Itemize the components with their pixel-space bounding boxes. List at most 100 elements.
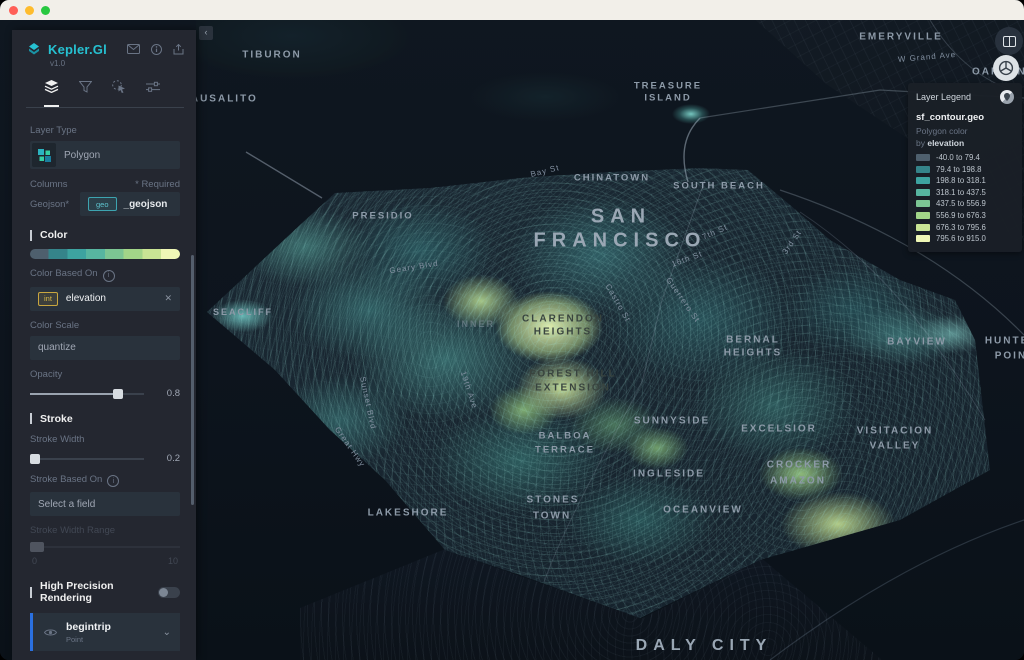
- map-label: BAYVIEW: [887, 337, 947, 348]
- split-map-icon: [1003, 36, 1016, 47]
- stroke-width-slider[interactable]: [30, 453, 144, 465]
- clear-field-icon[interactable]: ✕: [164, 293, 172, 304]
- color-scale-select[interactable]: quantize: [30, 336, 180, 360]
- map-label: VALLEY: [870, 441, 921, 452]
- export-icon[interactable]: [173, 44, 184, 55]
- legend-pin-button[interactable]: [1000, 90, 1014, 104]
- stroke-width-range-label: Stroke Width Range: [30, 525, 180, 536]
- sidebar-scrollbar[interactable]: [191, 255, 194, 505]
- chevron-down-icon[interactable]: ⌄: [163, 627, 171, 638]
- color-field-select[interactable]: int elevation ✕: [30, 287, 180, 311]
- map-label: SEACLIFF: [213, 307, 273, 317]
- messages-icon[interactable]: [127, 44, 140, 54]
- close-window-button[interactable]: [9, 6, 18, 15]
- opacity-value: 0.8: [154, 388, 180, 399]
- opacity-slider-handle[interactable]: [113, 389, 123, 399]
- geojson-field-select[interactable]: geo _geojson: [80, 192, 180, 216]
- legend-item: 198.8 to 318.1: [916, 176, 1014, 185]
- app-title: Kepler.Gl: [48, 42, 107, 57]
- info-icon[interactable]: i: [107, 475, 119, 487]
- color-section-header[interactable]: Color: [30, 229, 180, 241]
- geojson-label: Geojson*: [30, 199, 74, 210]
- legend-swatch: [916, 166, 930, 173]
- tab-filters[interactable]: [79, 80, 92, 107]
- map-label: SAN: [591, 206, 651, 229]
- legend-range: 318.1 to 437.5: [936, 188, 986, 197]
- legend-item: 676.3 to 795.6: [916, 223, 1014, 232]
- map-label: HEIGHTS: [724, 348, 782, 359]
- map-label: ISLAND: [644, 93, 691, 104]
- legend-item: 437.5 to 556.9: [916, 199, 1014, 208]
- map-label: SOUTH BEACH: [673, 181, 765, 192]
- legend-swatch: [916, 154, 930, 161]
- map-label: STONES: [527, 495, 580, 506]
- split-map-button[interactable]: [995, 27, 1023, 55]
- kepler-logo-icon: [26, 43, 42, 57]
- legend-item: 556.9 to 676.3: [916, 211, 1014, 220]
- layer-item-begintrip[interactable]: begintripPoint⌄: [30, 613, 180, 651]
- sidebar-collapse-button[interactable]: ‹: [199, 26, 213, 40]
- window-titlebar: [0, 0, 1024, 20]
- legend-range: 795.6 to 915.0: [936, 234, 986, 243]
- section-accent: [30, 230, 32, 241]
- legend-swatch: [916, 224, 930, 231]
- tab-layers[interactable]: [44, 80, 59, 107]
- color-scale-label: Color Scale: [30, 320, 180, 331]
- legend-items: -40.0 to 79.4 79.4 to 198.8 198.8 to 318.1…: [916, 153, 1014, 243]
- high-precision-label: High Precision Rendering: [40, 580, 150, 604]
- map-label: AMAZON: [770, 476, 826, 487]
- legend-layer-name: sf_contour.geo: [916, 112, 1014, 123]
- legend-item: 318.1 to 437.5: [916, 188, 1014, 197]
- legend-range: 79.4 to 198.8: [936, 165, 982, 174]
- layer-type-label: Layer Type: [30, 125, 180, 136]
- map-pin-icon: [1003, 93, 1011, 101]
- toggle-3d-button[interactable]: [993, 55, 1019, 81]
- opacity-slider[interactable]: [30, 388, 144, 400]
- legend-channel: Polygon color: [916, 126, 1014, 136]
- legend-swatch: [916, 177, 930, 184]
- maximize-window-button[interactable]: [41, 6, 50, 15]
- legend-range: 676.3 to 795.6: [936, 223, 986, 232]
- legend-range: 437.5 to 556.9: [936, 199, 986, 208]
- stroke-based-on-label: Stroke Based Oni: [30, 474, 180, 488]
- legend-range: -40.0 to 79.4: [936, 153, 980, 162]
- stroke-width-label: Stroke Width: [30, 434, 180, 445]
- map-label: BERNAL: [726, 335, 780, 346]
- stroke-field-select[interactable]: Select a field: [30, 492, 180, 516]
- app-version: v1.0: [50, 59, 184, 68]
- layer-type-select[interactable]: Polygon: [30, 141, 180, 169]
- int-type-badge: int: [38, 292, 58, 306]
- minimize-window-button[interactable]: [25, 6, 34, 15]
- color-field-value: elevation: [66, 293, 106, 304]
- stroke-width-range-slider[interactable]: [30, 541, 180, 553]
- side-panel: Kepler.Gl v1.0: [12, 30, 196, 660]
- tab-map-settings[interactable]: [146, 80, 160, 107]
- layers-icon: [44, 80, 59, 93]
- map-label: CROCKER: [767, 460, 832, 471]
- stroke-width-slider-handle[interactable]: [30, 454, 40, 464]
- info-icon[interactable]: [151, 44, 162, 55]
- layer-title: begintrip: [66, 621, 154, 633]
- high-precision-toggle[interactable]: [158, 587, 180, 598]
- map-label: CLARENDON: [522, 314, 604, 325]
- geojson-field-value: _geojson: [124, 199, 168, 210]
- visibility-eye-icon[interactable]: [44, 628, 57, 637]
- map-label: FOREST HILL: [529, 369, 617, 380]
- map-label: VISITACION: [857, 426, 933, 437]
- stroke-width-value: 0.2: [154, 453, 180, 464]
- map-label: BALBOA: [539, 431, 592, 442]
- cursor-click-icon: [112, 80, 126, 93]
- legend-swatch: [916, 212, 930, 219]
- stroke-section-header[interactable]: Stroke: [30, 413, 180, 425]
- legend-swatch: [916, 189, 930, 196]
- color-based-on-label: Color Based Oni: [30, 268, 180, 282]
- range-slider-handle[interactable]: [30, 542, 44, 552]
- info-icon[interactable]: i: [103, 270, 115, 282]
- tab-interactions[interactable]: [112, 80, 126, 107]
- map-label: TOWN: [533, 511, 571, 522]
- map-label: CHINATOWN: [574, 173, 650, 184]
- map-label: HUNTERS: [985, 336, 1024, 347]
- legend-item: -40.0 to 79.4: [916, 153, 1014, 162]
- layer-type-value: Polygon: [64, 150, 100, 161]
- color-range-bar[interactable]: [30, 249, 180, 259]
